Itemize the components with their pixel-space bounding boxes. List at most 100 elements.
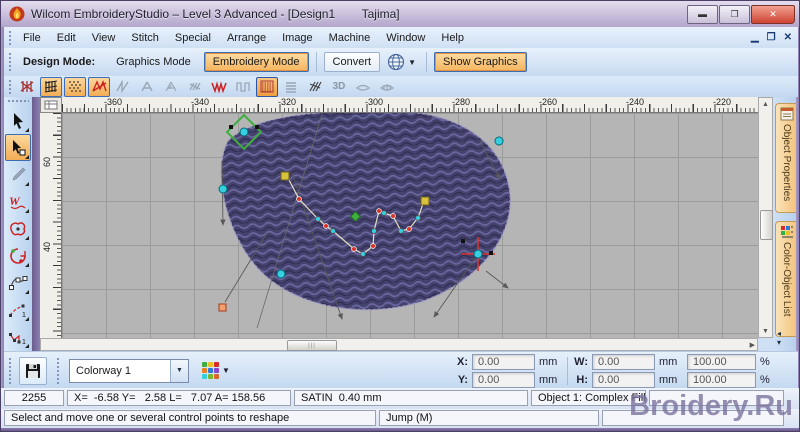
- tab-label: Color-Object List: [781, 242, 792, 317]
- colorway-select[interactable]: Colorway 1 ▼: [69, 358, 189, 383]
- x-field[interactable]: 0.00: [472, 353, 535, 370]
- penetration-run-tool[interactable]: 1: [5, 296, 31, 323]
- entry-point-marker[interactable]: [280, 171, 290, 181]
- node-square[interactable]: [229, 125, 233, 129]
- position-size-group: X: 0.00 mm Y: 0.00 mm W: 0.00 mm H: 0.00…: [437, 353, 782, 388]
- mdi-minimize-button[interactable]: ▁: [751, 32, 759, 43]
- scroll-down-icon[interactable]: ▼: [759, 325, 772, 337]
- ruler-origin-button[interactable]: [40, 97, 62, 113]
- status-spare: [649, 390, 784, 406]
- reshape-tool[interactable]: [5, 134, 31, 161]
- complex-fill-icon[interactable]: [256, 76, 278, 97]
- hoop-globe-button[interactable]: ▼: [382, 50, 421, 74]
- basket-weave-icon[interactable]: [376, 77, 398, 97]
- embroidery-mode-button[interactable]: Embroidery Mode: [203, 52, 309, 72]
- height-field[interactable]: 0.00: [592, 371, 655, 388]
- flyout-arrow-icon: [25, 263, 29, 267]
- cross-hatch-icon[interactable]: [304, 77, 326, 97]
- select-tool[interactable]: [5, 107, 31, 134]
- x-scale-field[interactable]: 100.00: [687, 353, 756, 370]
- menu-machine[interactable]: Machine: [321, 30, 379, 46]
- threed-effect-icon[interactable]: 3D: [328, 77, 350, 97]
- horizontal-scrollbar-thumb[interactable]: |||: [287, 340, 337, 351]
- node-square[interactable]: [255, 125, 259, 129]
- y-field[interactable]: 0.00: [472, 371, 535, 388]
- mirror-rotate-tool[interactable]: [5, 242, 31, 269]
- menu-stitch[interactable]: Stitch: [123, 30, 167, 46]
- toolbar-grip[interactable]: [7, 355, 12, 386]
- convert-button[interactable]: Convert: [323, 52, 381, 72]
- boundary-control-point[interactable]: [494, 136, 504, 146]
- tab-object-properties[interactable]: Object Properties: [775, 103, 797, 213]
- menu-arrange[interactable]: Arrange: [219, 30, 274, 46]
- graphics-mode-button[interactable]: Graphics Mode: [107, 52, 200, 72]
- embroidery-object-complex-fill[interactable]: [220, 113, 511, 311]
- motif-run-icon[interactable]: [88, 76, 110, 97]
- y-scale-field[interactable]: 100.00: [687, 371, 756, 388]
- vertical-scrollbar-thumb[interactable]: [760, 210, 773, 240]
- scroll-up-icon[interactable]: ▲: [759, 98, 772, 110]
- restore-button[interactable]: ❐: [719, 4, 750, 24]
- w-unit-label: mm: [659, 355, 678, 368]
- menu-special[interactable]: Special: [167, 30, 219, 46]
- menu-file[interactable]: File: [15, 30, 49, 46]
- toolbar-grip[interactable]: [6, 99, 30, 104]
- colorway-toolbar: Colorway 1 ▼ ▼ X: 0.00 mm Y: 0.00 mm W: …: [4, 351, 798, 389]
- end-point-marker[interactable]: [218, 303, 227, 312]
- contour-lines-icon[interactable]: [280, 77, 302, 97]
- thread-colors-button[interactable]: ▼: [197, 359, 235, 382]
- stem-stitch-icon[interactable]: [184, 77, 206, 97]
- knife-tool[interactable]: [5, 161, 31, 188]
- vertical-scrollbar[interactable]: ▲ ▼: [758, 97, 773, 338]
- selected-node-handle[interactable]: [239, 127, 249, 137]
- combo-dropdown-icon[interactable]: ▼: [170, 359, 188, 382]
- sculpture-run-icon[interactable]: [160, 77, 182, 97]
- menu-edit[interactable]: Edit: [49, 30, 84, 46]
- lettering-tool[interactable]: W: [5, 188, 31, 215]
- wave-run-icon[interactable]: [208, 77, 230, 97]
- run-stitch-tool[interactable]: 1: [5, 323, 31, 350]
- menu-help[interactable]: Help: [433, 30, 472, 46]
- e-stitch-icon[interactable]: [136, 77, 158, 97]
- zigzag-stitch-icon[interactable]: [112, 77, 134, 97]
- object-info: Object 1: Complex Fill: [531, 390, 646, 406]
- show-graphics-button[interactable]: Show Graphics: [434, 52, 527, 72]
- toolbar-grip[interactable]: [7, 50, 12, 74]
- ruler-label: -280: [452, 97, 471, 107]
- mdi-close-button[interactable]: ✕: [784, 32, 792, 43]
- satin-stitch-icon[interactable]: [40, 76, 62, 97]
- jump-stitch-icon[interactable]: [16, 77, 38, 97]
- save-colorway-button[interactable]: [19, 356, 47, 385]
- trapunto-icon[interactable]: [352, 77, 374, 97]
- menu-view[interactable]: View: [84, 30, 124, 46]
- toolbar-grip[interactable]: [7, 78, 12, 95]
- reshape-nodes-tool[interactable]: [5, 269, 31, 296]
- closed-shape-tool[interactable]: [5, 215, 31, 242]
- scroll-right-icon[interactable]: ▶: [750, 341, 755, 349]
- toolbar-grip[interactable]: [55, 355, 60, 386]
- dropdown-arrow-icon: ▼: [408, 57, 416, 67]
- color-object-list-icon: [780, 226, 793, 238]
- design-canvas[interactable]: [62, 113, 758, 338]
- close-button[interactable]: ✕: [751, 4, 795, 24]
- mdi-restore-button[interactable]: ❐: [767, 32, 776, 43]
- tab-color-object-list[interactable]: Color-Object List: [775, 221, 797, 337]
- toolbar-grip[interactable]: [7, 29, 12, 46]
- boundary-control-point[interactable]: [218, 184, 228, 194]
- boundary-control-point[interactable]: [276, 269, 286, 279]
- square-wave-icon[interactable]: [232, 77, 254, 97]
- minimize-button[interactable]: ▬: [687, 4, 718, 24]
- window-border-bottom: [1, 428, 799, 431]
- horizontal-scrollbar[interactable]: ||| ▶: [40, 338, 758, 351]
- width-field[interactable]: 0.00: [592, 353, 655, 370]
- flyout-arrow-icon: [25, 344, 29, 348]
- menu-bar: File Edit View Stitch Special Arrange Im…: [4, 27, 798, 49]
- menu-window[interactable]: Window: [378, 30, 433, 46]
- tatami-fill-icon[interactable]: [64, 76, 86, 97]
- design-mode-toolbar: Design Mode: Graphics Mode Embroidery Mo…: [4, 48, 798, 77]
- exit-point-marker[interactable]: [420, 196, 430, 206]
- menu-image[interactable]: Image: [274, 30, 321, 46]
- title-bar: Wilcom EmbroideryStudio – Level 3 Advanc…: [1, 1, 799, 27]
- stitch-toolbar: 3D: [4, 76, 798, 97]
- panel-scroll-arrows[interactable]: ◂ ▾: [777, 329, 781, 347]
